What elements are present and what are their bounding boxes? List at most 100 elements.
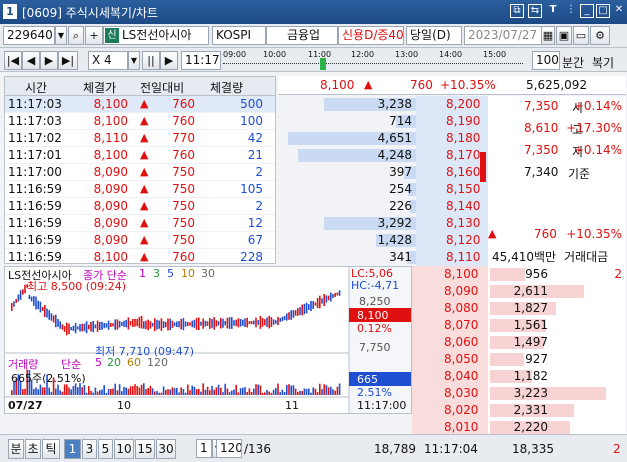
speed-select[interactable]: X 4	[88, 51, 128, 70]
bid-book: 8,100 956 2 8,090 2,611 8,080 1,827 8,070 1,561 8…	[412, 266, 626, 436]
tab-minute[interactable]: 분	[8, 439, 24, 459]
interval-5[interactable]: 5	[98, 439, 113, 459]
table-row[interactable]: 11:17:00 8,090 ▲ 750 2	[5, 164, 275, 181]
info-row: 7,350 시 +0.14%	[488, 98, 626, 115]
menu-icon[interactable]: ⋮	[564, 4, 578, 18]
last-icon[interactable]: ▶|	[58, 51, 78, 70]
ask-row[interactable]: 4,248 8,170	[278, 147, 488, 164]
table-row[interactable]: 11:17:03 8,100 ▲ 760 100	[5, 113, 275, 130]
table-row[interactable]: 11:16:59 8,090 ▲ 750 105	[5, 181, 275, 198]
replay-label[interactable]: 복기	[592, 54, 614, 71]
bid-row[interactable]: 8,050 927	[412, 351, 626, 368]
candle	[178, 321, 180, 328]
gear-icon[interactable]: ⚙	[590, 26, 610, 45]
ask-qty: 714	[389, 114, 412, 128]
play-icon[interactable]: ▶	[160, 51, 178, 70]
candle	[101, 321, 103, 330]
bid-row[interactable]: 8,030 3,223	[412, 385, 626, 402]
chevron-down-icon[interactable]: ▼	[55, 26, 67, 45]
ask-row[interactable]: 3,238 8,200	[278, 96, 488, 113]
prev-icon[interactable]: ◀	[22, 51, 40, 70]
close-icon[interactable]: ✕	[612, 4, 626, 18]
quote-price: 8,100	[320, 78, 355, 92]
candle	[48, 310, 50, 320]
interval-input[interactable]: 100	[532, 51, 560, 70]
table-row[interactable]: 11:16:59 8,100 ▲ 760 228	[5, 249, 275, 263]
interval-30[interactable]: 30	[156, 439, 176, 459]
ask-qty: 397	[389, 165, 412, 179]
volume-bar	[189, 390, 191, 395]
ask-row[interactable]: 397 8,160	[278, 164, 488, 181]
next-icon[interactable]: ▶	[40, 51, 58, 70]
ask-row[interactable]: 3,292 8,130	[278, 215, 488, 232]
interval-10[interactable]: 10	[114, 439, 134, 459]
candle	[156, 319, 158, 330]
ask-row[interactable]: 714 8,190	[278, 113, 488, 130]
tick-1400: 14:00	[439, 50, 463, 59]
ask-row[interactable]: 1,428 8,120	[278, 232, 488, 249]
time-input[interactable]: 11:17	[181, 51, 221, 70]
ask-row[interactable]: 226 8,140	[278, 198, 488, 215]
bid-row[interactable]: 8,090 2,611	[412, 283, 626, 300]
restore-icon[interactable]: ⧉	[510, 4, 524, 18]
ask-row[interactable]: 4,651 8,180	[278, 130, 488, 147]
minimize-icon[interactable]: _	[580, 4, 594, 18]
volume-bar	[211, 385, 213, 395]
volume-bar	[138, 387, 141, 395]
table-row[interactable]: 11:16:59 8,090 ▲ 750 2	[5, 198, 275, 215]
quote-volume: 5,625,092	[526, 78, 588, 92]
first-icon[interactable]: |◀	[4, 51, 22, 70]
volume-bar	[125, 387, 127, 395]
maximize-icon[interactable]: □	[596, 4, 610, 18]
interval-1[interactable]: 1	[64, 439, 81, 459]
add-icon[interactable]: +	[85, 26, 103, 45]
text-icon[interactable]: T	[546, 4, 560, 18]
up-triangle-icon: ▲	[140, 233, 149, 246]
page-input[interactable]: 120	[216, 439, 242, 458]
bid-price: 8,010	[444, 420, 479, 434]
bid-row[interactable]: 8,060 1,497	[412, 334, 626, 351]
bid-row[interactable]: 8,040 1,182	[412, 368, 626, 385]
window-icon[interactable]: ▭	[573, 26, 589, 45]
table-row[interactable]: 11:17:02 8,110 ▲ 770 42	[5, 130, 275, 147]
volume-bar	[305, 389, 308, 395]
volume-bar	[171, 387, 174, 395]
volume-bar	[59, 390, 61, 395]
speed-chevron-icon[interactable]: ▼	[128, 51, 140, 70]
bid-row[interactable]: 8,070 1,561	[412, 317, 626, 334]
bid-row[interactable]: 8,080 1,827	[412, 300, 626, 317]
tab-second[interactable]: 초	[25, 439, 41, 459]
link-icon[interactable]: ⇆	[528, 4, 542, 18]
ask-price: 8,190	[446, 114, 481, 128]
volume-bar	[167, 389, 169, 395]
interval-3[interactable]: 3	[82, 439, 97, 459]
table-row[interactable]: 11:17:01 8,100 ▲ 760 21	[5, 147, 275, 164]
interval-15[interactable]: 15	[135, 439, 155, 459]
search-icon[interactable]: ⌕	[68, 26, 84, 45]
time-slider[interactable]: 09:00 10:00 11:00 12:00 13:00 14:00 15:0…	[223, 50, 529, 70]
tab-tick[interactable]: 틱	[42, 439, 60, 459]
calendar-icon[interactable]: ▦	[541, 26, 555, 45]
pause-icon[interactable]: ||	[142, 51, 160, 70]
table-row[interactable]: 11:16:59 8,090 ▲ 750 67	[5, 232, 275, 249]
info-pct: +0.14%	[573, 143, 622, 157]
ask-row[interactable]: 341 8,110	[278, 249, 488, 266]
save-icon[interactable]: ▣	[556, 26, 572, 45]
candle	[35, 296, 37, 310]
table-row[interactable]: 11:16:59 8,090 ▲ 750 12	[5, 215, 275, 232]
x-11: 11	[285, 399, 299, 412]
volume-bar	[294, 388, 297, 395]
multiplier-input[interactable]: 1	[196, 439, 212, 458]
slider-handle[interactable]	[320, 58, 326, 70]
ask-row[interactable]: 254 8,150	[278, 181, 488, 198]
price-chart[interactable]: LS전선아시아 종가 단순 1 3 5 10 30 LC:5,06 HC:-4,…	[4, 266, 412, 414]
bid-row[interactable]: 8,020 2,331	[412, 402, 626, 419]
cell-time: 11:16:59	[8, 216, 62, 230]
table-row[interactable]: 11:17:03 8,100 ▲ 760 500	[5, 96, 275, 113]
ask-price: 8,160	[446, 165, 481, 179]
bid-row[interactable]: 8,100 956 2	[412, 266, 626, 283]
candle	[176, 321, 178, 328]
date-input[interactable]: 2023/07/27	[464, 26, 542, 45]
code-input[interactable]: 229640	[3, 26, 55, 45]
day-mode-select[interactable]: 당일(D)	[406, 26, 462, 45]
